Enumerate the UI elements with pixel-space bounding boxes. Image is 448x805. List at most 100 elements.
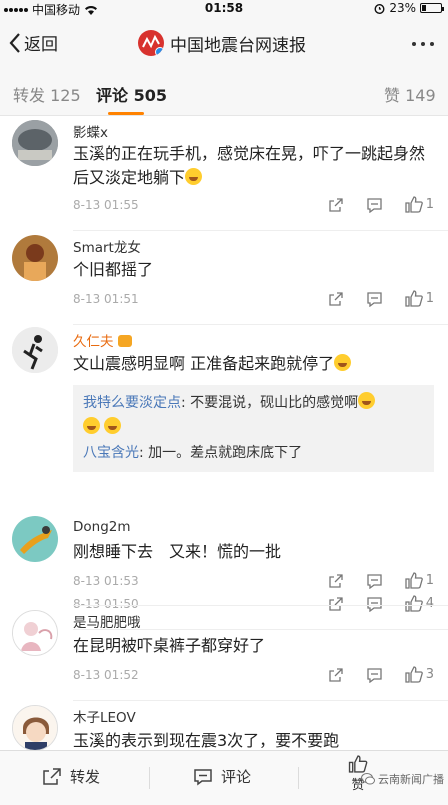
comment-text: 玉溪的表示到现在震3次了，要不要跑 <box>73 731 340 750</box>
share-icon[interactable] <box>328 197 344 213</box>
title-text: 中国地震台网速报 <box>170 35 306 56</box>
tab-likes[interactable]: 赞 149 <box>384 82 436 106</box>
crown-badge-icon <box>117 335 132 347</box>
reply-author[interactable]: 我特么要淡定点 <box>83 395 181 411</box>
comment-button[interactable]: 评论 <box>193 766 251 787</box>
divider <box>73 700 448 701</box>
avatar[interactable] <box>12 327 58 373</box>
verified-badge-icon <box>155 47 164 56</box>
laugh-cry-emoji-icon <box>185 168 203 185</box>
comment-text: 刚想睡下去 又来！慌的一批 <box>73 542 282 561</box>
tab-comments[interactable]: 评论 505 <box>96 82 167 106</box>
reply-icon[interactable] <box>366 596 383 612</box>
comment-actions: 1 <box>306 290 434 307</box>
comment-text: 在昆明被吓桌裤子都穿好了 <box>73 636 266 655</box>
like-count: 4 <box>425 596 434 611</box>
like-button[interactable]: 1 <box>405 290 434 307</box>
back-button[interactable]: 返回 <box>8 30 58 55</box>
comment-time: 8-13 01:50 <box>73 597 139 611</box>
share-icon[interactable] <box>328 596 344 612</box>
battery-percent: 23% <box>389 1 416 15</box>
comment-text: 玉溪的正在玩手机，感觉床在晃，吓了一跳起身然后又淡定地躺下 <box>73 144 426 187</box>
like-button[interactable]: 4 <box>405 595 434 612</box>
separator <box>298 767 299 789</box>
comment-text: 个旧都摇了 <box>73 260 154 279</box>
repost-icon <box>43 768 61 785</box>
share-icon[interactable] <box>328 291 344 307</box>
comment-actions: 1 <box>306 196 434 213</box>
comment-list[interactable]: 影蝶x 玉溪的正在玩手机，感觉床在晃，吓了一跳起身然后又淡定地躺下 8-13 0… <box>0 116 448 750</box>
back-label: 返回 <box>24 35 58 55</box>
wechat-icon <box>361 773 375 785</box>
comment-label: 评论 <box>221 768 252 786</box>
reply-icon[interactable] <box>366 197 383 213</box>
navigation-bar: 返回 中国地震台网速报 <box>0 18 448 70</box>
reply-emoji-row <box>83 416 424 441</box>
status-bar: 中国移动 01:58 23% <box>0 0 448 18</box>
thumbs-up-icon <box>405 595 423 612</box>
avatar[interactable] <box>12 235 58 281</box>
share-icon[interactable] <box>328 573 344 589</box>
like-button[interactable]: 1 <box>405 572 434 589</box>
comment-time: 8-13 01:55 <box>73 198 139 212</box>
repost-label: 转发 <box>70 768 101 786</box>
like-count: 1 <box>425 573 434 588</box>
reply-author[interactable]: 八宝含光 <box>83 445 139 461</box>
battery-icon <box>420 3 444 13</box>
divider <box>73 230 448 231</box>
chevron-left-icon <box>9 32 20 53</box>
thumbs-up-icon <box>405 196 423 213</box>
thumbs-up-icon <box>405 666 423 683</box>
commenter-name[interactable]: Smart龙女 <box>73 236 141 256</box>
comment-text: 文山震感明显啊 正准备起来跑就停了 <box>73 352 434 376</box>
divider <box>73 605 448 606</box>
comment-actions: 4 <box>306 595 434 612</box>
comment-icon <box>194 768 212 785</box>
like-count: 1 <box>425 291 434 306</box>
reply-icon[interactable] <box>366 291 383 307</box>
share-icon[interactable] <box>328 667 344 683</box>
separator <box>149 767 150 789</box>
comment-time: 8-13 01:52 <box>73 668 139 682</box>
comment-actions: 1 <box>306 572 434 589</box>
tab-bar: 转发 125 评论 505 赞 149 <box>0 70 448 116</box>
comment-actions: 3 <box>306 666 434 683</box>
avatar[interactable] <box>12 610 58 656</box>
avatar[interactable] <box>12 516 58 562</box>
commenter-name[interactable]: 影蝶x <box>73 121 108 141</box>
tab-repost[interactable]: 转发 125 <box>13 82 81 106</box>
comment-time: 8-13 01:51 <box>73 292 139 306</box>
avatar[interactable] <box>12 120 58 166</box>
like-button[interactable]: 1 <box>405 196 434 213</box>
active-tab-indicator <box>108 112 144 115</box>
laugh-cry-emoji-icon <box>83 417 100 434</box>
commenter-name[interactable]: 木子LEOV <box>73 706 136 726</box>
alarm-icon <box>374 3 385 14</box>
laugh-cry-emoji-icon <box>358 392 376 409</box>
repost-button[interactable]: 转发 <box>42 766 100 787</box>
bottom-action-bar: 转发 评论 赞 云南新闻广播 <box>0 750 448 805</box>
watermark: 云南新闻广播 <box>361 771 444 787</box>
thumbs-up-icon <box>405 290 423 307</box>
reply-icon[interactable] <box>366 573 383 589</box>
thumbs-up-icon <box>405 572 423 589</box>
comment-time: 8-13 01:53 <box>73 574 139 588</box>
reply-text: : 加一。差点就跑床底下了 <box>139 445 303 461</box>
reply-icon[interactable] <box>366 667 383 683</box>
reply-text: : 不要混说，砚山比的感觉啊 <box>181 395 359 411</box>
page-title: 中国地震台网速报 <box>138 30 306 56</box>
commenter-name[interactable]: 久仁夫 <box>73 330 132 350</box>
like-button[interactable]: 3 <box>405 666 434 683</box>
reply-item: 八宝含光: 加一。差点就跑床底下了 <box>83 441 424 466</box>
more-menu-icon[interactable] <box>412 42 434 46</box>
laugh-cry-emoji-icon <box>334 354 352 371</box>
laugh-cry-emoji-icon <box>104 417 122 434</box>
like-count: 1 <box>425 197 434 212</box>
reply-item: 我特么要淡定点: 不要混说，砚山比的感觉啊 <box>83 391 424 416</box>
account-logo-icon <box>138 30 164 56</box>
commenter-name[interactable]: Dong2m <box>73 519 131 535</box>
avatar[interactable] <box>12 705 58 750</box>
like-count: 3 <box>425 667 434 682</box>
reply-thread[interactable]: 我特么要淡定点: 不要混说，砚山比的感觉啊 八宝含光: 加一。差点就跑床底下了 <box>73 385 434 472</box>
commenter-name[interactable]: 是马肥肥哦 <box>73 611 141 631</box>
